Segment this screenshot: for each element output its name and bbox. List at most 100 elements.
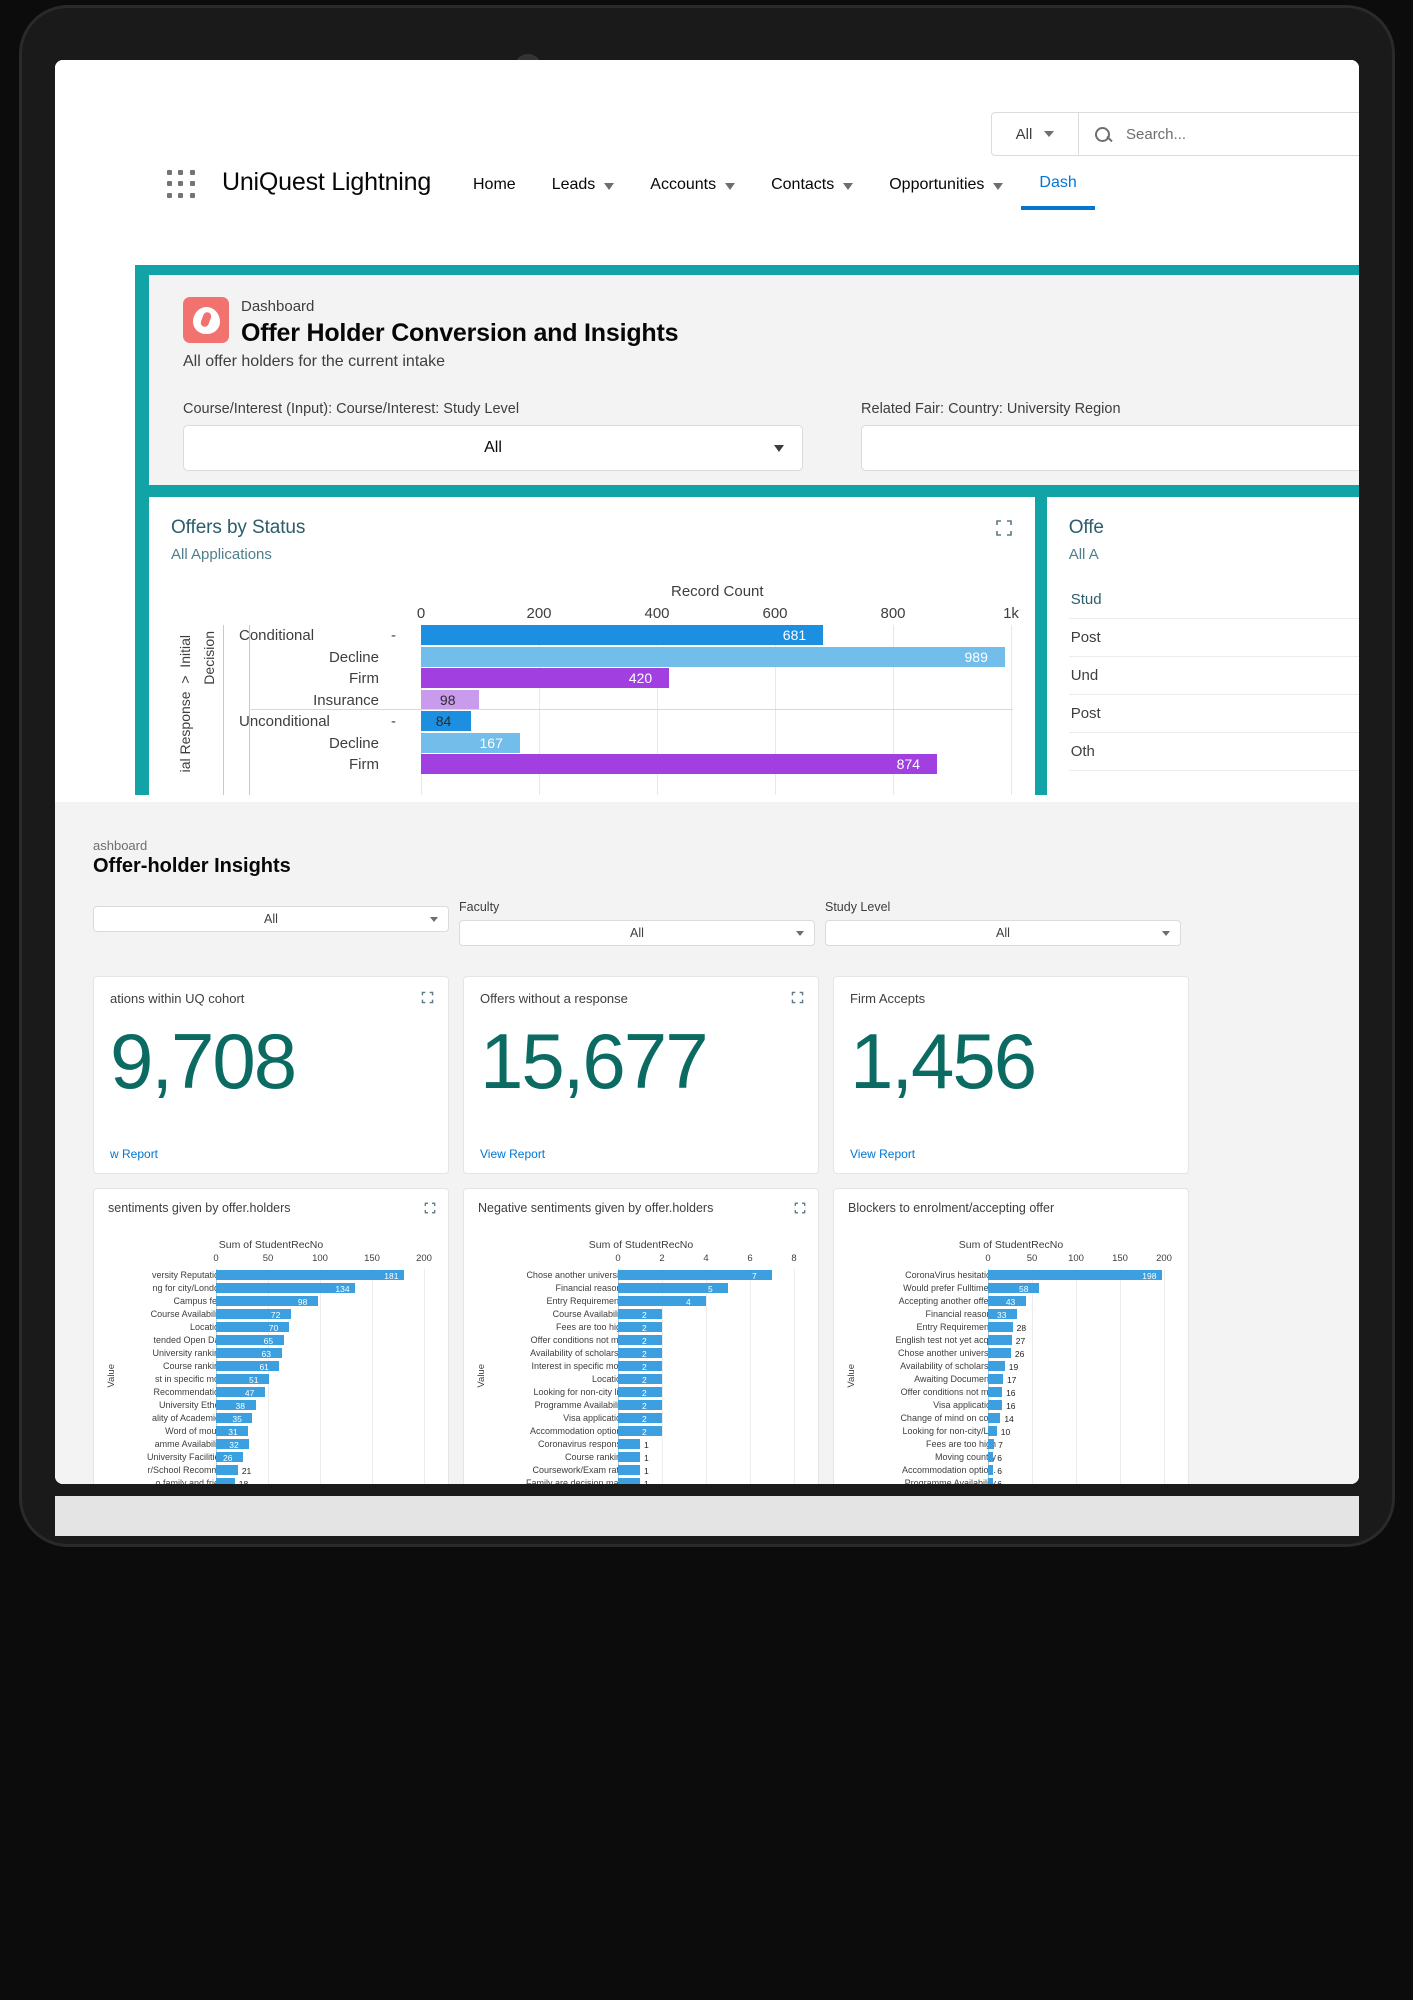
chart-bar[interactable] [988,1452,994,1462]
expand-icon[interactable] [424,1201,436,1219]
chart-category-label: Programme Availability [904,1478,996,1484]
filter-select[interactable] [861,425,1359,471]
table-cell: Stud [1070,591,1102,608]
global-search[interactable]: All Search... [991,112,1359,156]
chart-bar[interactable] [618,1478,640,1484]
chart-bar[interactable] [216,1270,405,1280]
filter-select[interactable]: All [93,906,449,932]
chart-bar[interactable] [988,1426,997,1436]
chart-bar-value: 47 [244,1388,255,1398]
gridline [750,1269,751,1484]
nav-item-leads[interactable]: Leads [534,160,633,210]
chart-bar[interactable] [618,1374,662,1384]
chart-bar[interactable] [618,1309,662,1319]
chart-bar[interactable] [216,1374,270,1384]
chart-bar[interactable] [618,1400,662,1410]
chart-category-label: o family and frie.. [155,1478,224,1484]
dashboard-widgets-row: Offers by Status All Applications Record… [149,497,1359,805]
table-row[interactable]: Post [1068,619,1359,657]
chart-bar-value: 2 [642,1375,647,1385]
chart-bar-value: 26 [1014,1349,1025,1359]
search-input[interactable]: Search... [1079,112,1359,156]
chart-bar[interactable] [216,1335,284,1345]
chart-bar[interactable] [216,1465,238,1475]
chart-bar[interactable] [988,1335,1012,1345]
widget-subtitle: All Applications [171,546,272,563]
chart-bar[interactable] [988,1348,1011,1358]
chart-bar[interactable] [618,1322,662,1332]
app-launcher-icon[interactable] [167,170,197,200]
chart-bar[interactable] [988,1270,1163,1280]
chart-bar-value: 28 [1016,1323,1027,1333]
chart-bar[interactable] [988,1361,1005,1371]
nav-item-contacts[interactable]: Contacts [753,160,871,210]
chart-bar[interactable] [618,1439,640,1449]
chart-bar-value: 72 [270,1310,281,1320]
dashboard-subtitle: All offer holders for the current intake [183,353,446,370]
chart-bar[interactable] [988,1374,1003,1384]
chart-bar[interactable] [988,1322,1013,1332]
chart-category-label: Recommendation [153,1387,224,1397]
filter-select[interactable]: All [459,920,815,946]
chart-bar[interactable] [988,1478,994,1484]
chart-category-label: Course ranking [564,1452,626,1462]
chart-bar[interactable] [618,1413,662,1423]
expand-icon[interactable] [794,1201,806,1219]
widget-offers-by-status: Offers by Status All Applications Record… [149,497,1035,805]
view-report-link[interactable]: w Report [110,1147,158,1161]
chevron-down-icon [1162,931,1170,936]
dashboard-icon [183,297,229,343]
chart-bar[interactable] [421,625,823,645]
chart-bar[interactable] [988,1465,994,1475]
chart-bar[interactable] [216,1478,235,1484]
view-report-link[interactable]: View Report [480,1147,545,1161]
chart-bar[interactable] [216,1387,265,1397]
chart-bar[interactable] [618,1335,662,1345]
chart-bar[interactable] [618,1452,640,1462]
chart-bar[interactable] [618,1296,706,1306]
chart-bar[interactable] [216,1361,280,1371]
chart-bar[interactable] [988,1400,1003,1410]
filter-select[interactable]: All [183,425,804,471]
search-scope-select[interactable]: All [991,112,1079,156]
dashboard-title: Offer Holder Conversion and Insights [241,319,679,347]
chart-category-label: Availability of scholars... [530,1348,626,1358]
chart-bar[interactable] [988,1283,1040,1293]
global-header: All Search... UniQuest Lightning Home Le… [55,60,1359,210]
chart-bar[interactable] [988,1387,1003,1397]
nav-item-home[interactable]: Home [455,160,534,210]
axis-tick-label: 4 [703,1253,709,1264]
chart-bar[interactable] [421,732,520,753]
filter-label: Related Fair: Country: University Region [861,401,1121,417]
chart-bar[interactable] [216,1348,282,1358]
chart-bar[interactable] [618,1348,662,1358]
chart-bar[interactable] [618,1465,640,1475]
chart-bar[interactable] [618,1387,662,1397]
nav-item-dashboards[interactable]: Dash [1021,160,1095,210]
chart-bar[interactable] [618,1270,772,1280]
table-row[interactable]: Post [1068,695,1359,733]
nav-item-accounts[interactable]: Accounts [632,160,753,210]
chart-category-label: Firm [349,670,379,687]
expand-icon[interactable] [995,519,1013,537]
nav-item-opportunities[interactable]: Opportunities [871,160,1021,210]
chart-bar-value: 31 [228,1427,238,1437]
table-row[interactable]: Stud [1068,581,1359,619]
chart-bar[interactable] [618,1361,662,1371]
chart-category-label: - [391,627,396,644]
dashboard-panel-secondary: ashboard Offer-holder Insights All Facul… [55,802,1359,1484]
chart-bar[interactable] [421,646,1005,667]
chart-bar[interactable] [421,754,937,774]
view-report-link[interactable]: View Report [850,1147,915,1161]
chart-bar-value: 32 [229,1440,239,1450]
chart-bar[interactable] [988,1413,1001,1423]
expand-icon[interactable] [421,991,434,1009]
filter-unnamed: All [93,900,449,946]
expand-icon[interactable] [791,991,804,1009]
table-row[interactable]: Oth [1068,733,1359,771]
filter-select[interactable]: All [825,920,1181,946]
chart-bar[interactable] [988,1439,995,1449]
chart-category-label: Programme Availability [534,1400,626,1410]
table-row[interactable]: Und [1068,657,1359,695]
chart-bar[interactable] [618,1426,662,1436]
